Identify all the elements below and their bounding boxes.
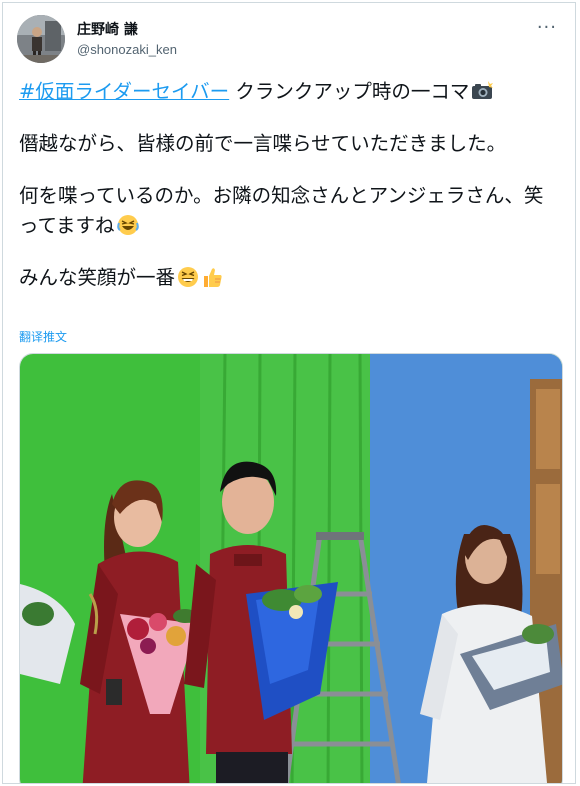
tweet-photo[interactable] — [19, 353, 563, 783]
tweet-para-4: みんな笑顔が一番 — [19, 263, 559, 293]
thumbs-up-emoji — [204, 268, 222, 287]
tweet-para-4-text: みんな笑顔が一番 — [19, 266, 176, 289]
photo-scene — [20, 354, 562, 783]
grinning-squinting-emoji — [178, 267, 199, 287]
avatar[interactable] — [17, 15, 65, 63]
tweet-line-1-text: クランクアップ時の一コマ — [229, 80, 470, 103]
camera-flash-emoji — [472, 81, 494, 99]
tweet-card: 庄野崎 謙 @shonozaki_ken ··· #仮面ライダーセイバー クラン… — [2, 2, 576, 784]
tweet-para-2: 僭越ながら、皆様の前で一言喋らせていただきました。 — [19, 132, 507, 155]
avatar-image — [17, 15, 65, 63]
author-names: 庄野崎 謙 @shonozaki_ken — [77, 21, 177, 59]
translate-tweet-link[interactable]: 翻译推文 — [19, 328, 67, 345]
tweet-header: 庄野崎 謙 @shonozaki_ken ··· — [17, 15, 561, 67]
tweet-para-3-text: 何を喋っているのか。お隣の知念さんとアンジェラさん、笑ってますね — [19, 184, 544, 237]
display-name[interactable]: 庄野崎 謙 — [77, 21, 177, 39]
tweet-line-1: #仮面ライダーセイバー クランクアップ時の一コマ — [19, 77, 559, 107]
rolling-laughing-emoji — [116, 215, 139, 235]
more-horizontal-icon[interactable]: ··· — [537, 19, 557, 37]
tweet-text: #仮面ライダーセイバー クランクアップ時の一コマ 僭越ながら、皆様の前で一言喋ら… — [19, 77, 559, 293]
hashtag-link[interactable]: #仮面ライダーセイバー — [19, 80, 229, 103]
tweet-para-3: 何を喋っているのか。お隣の知念さんとアンジェラさん、笑ってますね — [19, 181, 559, 241]
handle[interactable]: @shonozaki_ken — [77, 41, 177, 59]
